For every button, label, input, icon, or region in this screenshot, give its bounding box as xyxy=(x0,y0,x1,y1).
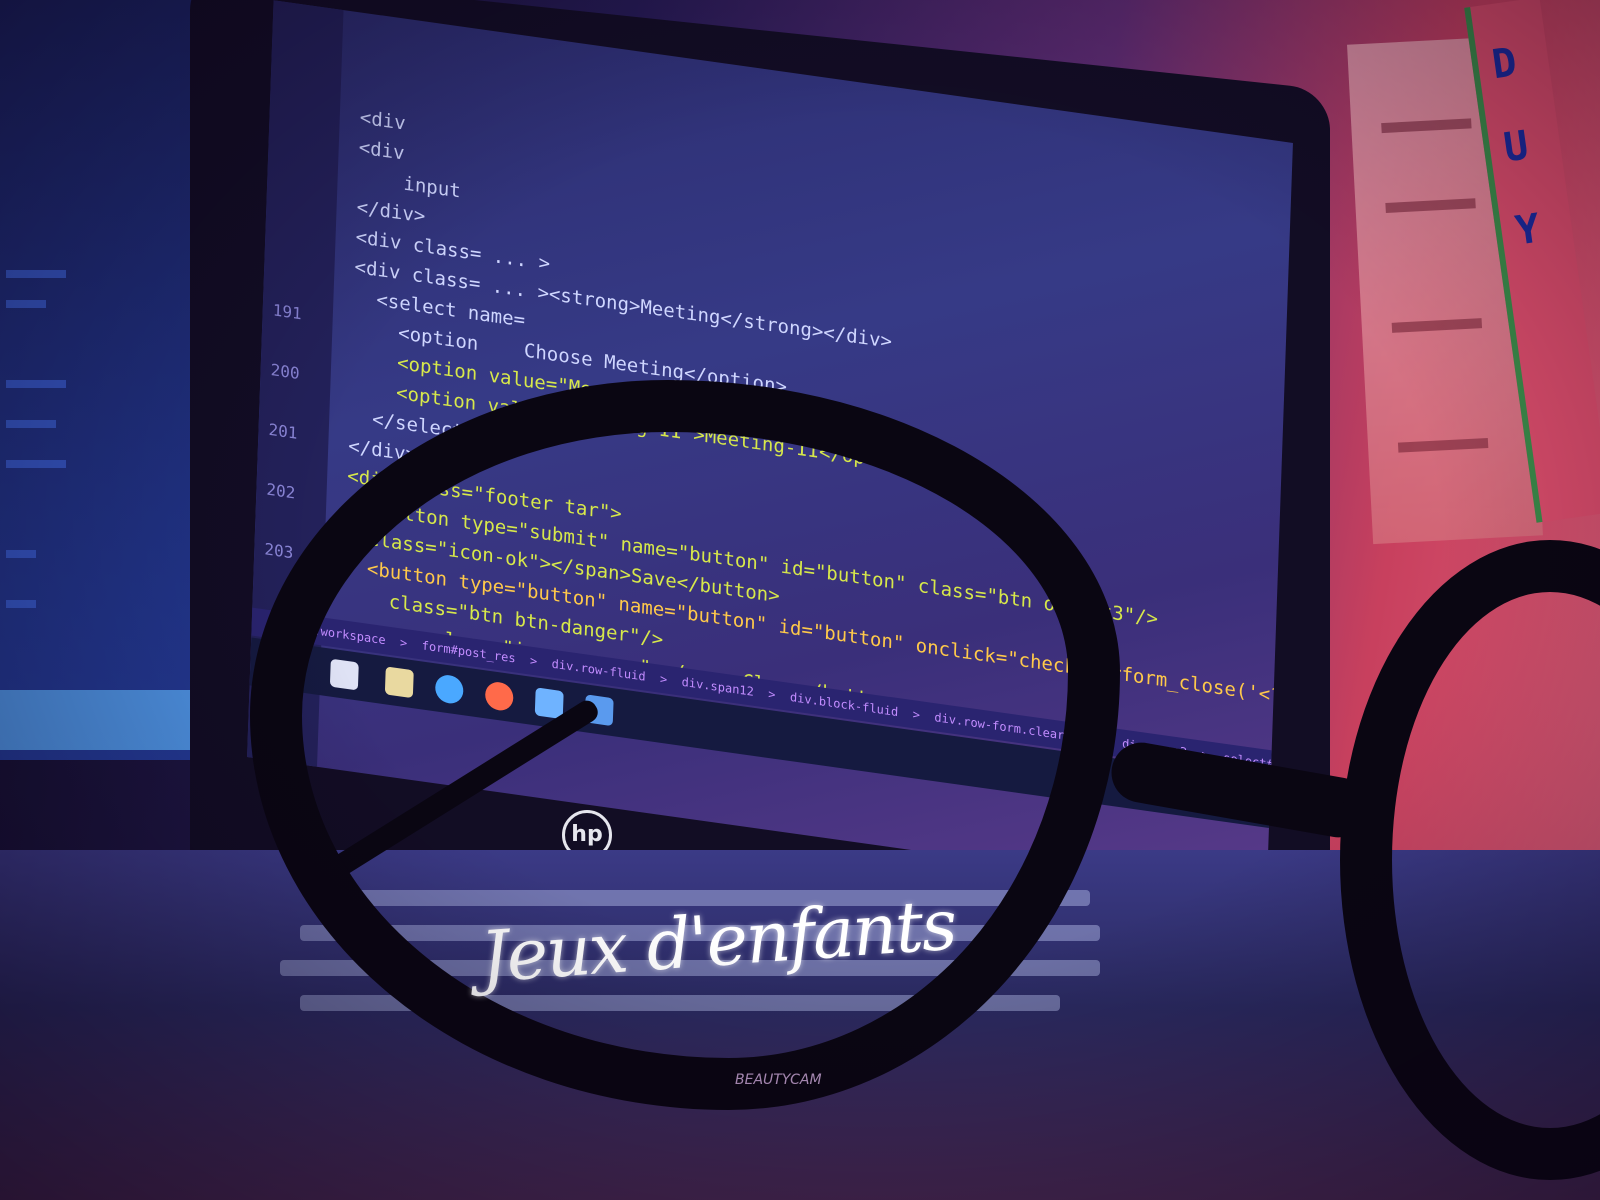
photo-scene: D U Y 191 200 201 202 203 <div <div input </di… xyxy=(0,0,1600,1200)
wall-sign-glyph: Y xyxy=(1512,205,1543,255)
poster-text-bar xyxy=(1397,437,1489,453)
poster-text-bar xyxy=(1381,118,1472,134)
line-number: 191 xyxy=(272,300,302,324)
monitor-text-line xyxy=(6,420,56,428)
monitor-text-line xyxy=(6,300,46,308)
monitor-text-line xyxy=(6,270,66,278)
monitor-text-line xyxy=(6,550,36,558)
wall-sign-glyph: D xyxy=(1489,39,1520,89)
app-watermark: BEAUTYCAM xyxy=(735,1072,822,1088)
poster-text-bar xyxy=(1385,198,1476,213)
monitor-text-line xyxy=(6,460,66,468)
wall-sign-glyph: U xyxy=(1500,122,1532,172)
poster-text-bar xyxy=(1391,318,1483,333)
line-number: 200 xyxy=(270,360,300,384)
line-number: 203 xyxy=(264,539,294,563)
line-number: 202 xyxy=(266,479,296,503)
line-number: 201 xyxy=(268,419,298,443)
monitor-text-line xyxy=(6,380,66,388)
monitor-text-line xyxy=(6,600,36,608)
